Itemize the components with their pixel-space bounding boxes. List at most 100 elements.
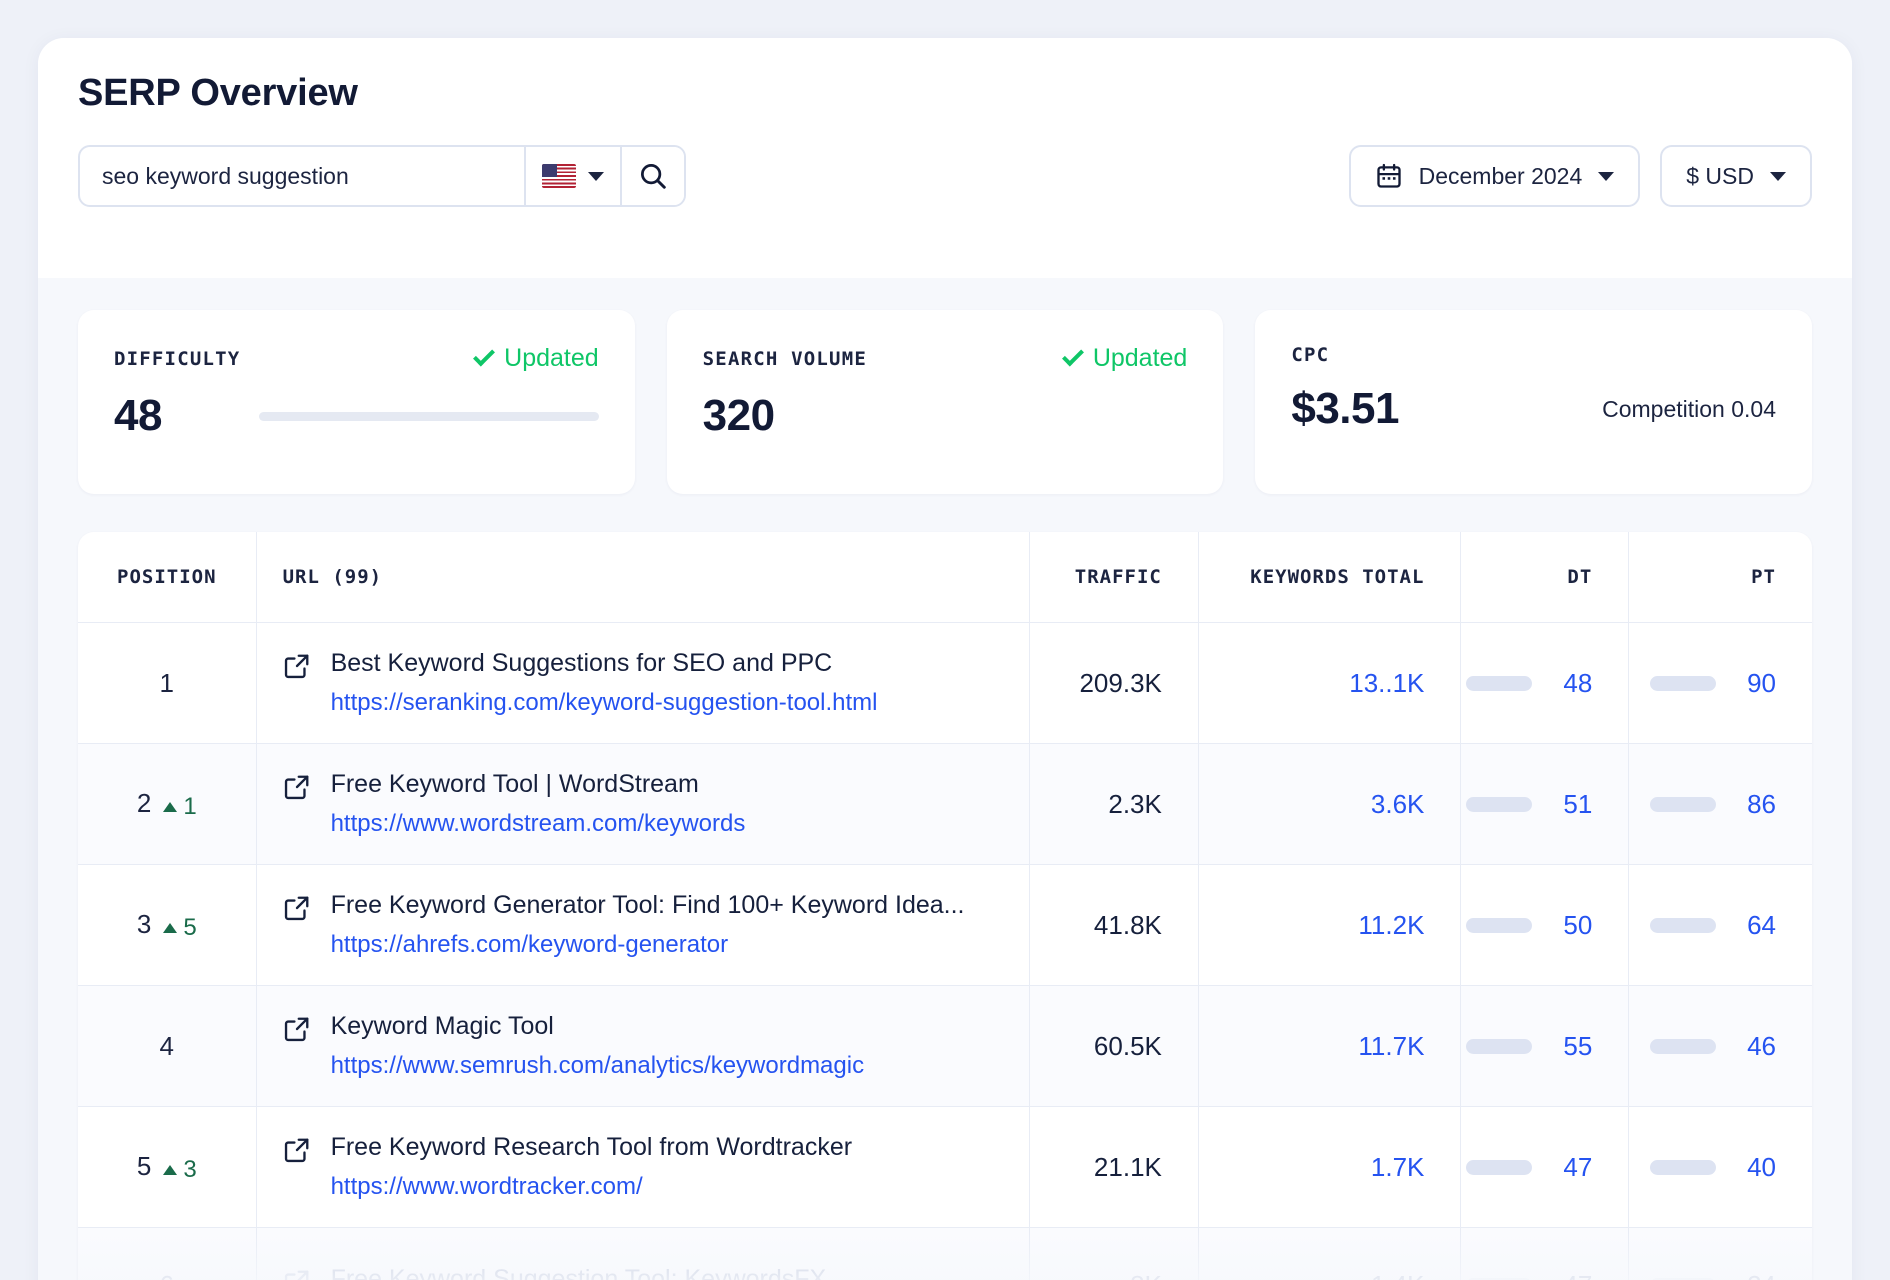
column-header-pt[interactable]: PT [1629, 532, 1812, 623]
external-link-icon [283, 894, 311, 922]
cell-dt: 47 [1461, 1228, 1629, 1280]
metric-value: 320 [703, 391, 775, 441]
search-icon [638, 161, 668, 191]
date-filter-button[interactable]: December 2024 [1349, 145, 1641, 207]
result-url-link[interactable]: https://www.wordstream.com/keywords [331, 810, 746, 838]
table-row[interactable]: 4 Keyword Magic Tool https://www.semrush.c… [78, 986, 1812, 1107]
position-delta: 5 [163, 914, 196, 942]
column-header-position[interactable]: POSITION [78, 532, 256, 623]
calendar-icon [1375, 162, 1403, 190]
search-button[interactable] [620, 147, 684, 205]
dt-value: 51 [1548, 789, 1592, 820]
dt-value: 55 [1548, 1031, 1592, 1062]
external-link-icon [283, 773, 311, 801]
cell-url: Free Keyword Research Tool from Wordtrac… [256, 1107, 1029, 1228]
pt-value: 90 [1732, 668, 1776, 699]
dt-value: 50 [1548, 910, 1592, 941]
header-right-controls: December 2024 $ USD [1349, 145, 1812, 207]
cell-traffic: 209.3K [1029, 623, 1198, 744]
result-url-link[interactable]: https://ahrefs.com/keyword-generator [331, 931, 965, 959]
cell-traffic: 41.8K [1029, 865, 1198, 986]
dt-bar [1466, 1160, 1532, 1175]
cell-keywords-total[interactable]: 3.6K [1198, 744, 1461, 865]
cell-pt: 46 [1629, 986, 1812, 1107]
result-title[interactable]: Free Keyword Suggestion Tool: KeywordsFX [331, 1265, 827, 1280]
table-row[interactable]: 1 Best Keyword Suggestions for SEO and PP… [78, 623, 1812, 744]
metric-label: DIFFICULTY [114, 348, 240, 370]
external-link-icon [283, 1268, 311, 1280]
table-row[interactable]: 21Free Keyword Tool | WordStreamhttps://… [78, 744, 1812, 865]
position-value: 1 [160, 668, 174, 698]
competition-value: Competition 0.04 [1602, 396, 1776, 423]
position-value: 2 [137, 788, 151, 818]
cell-url: Keyword Magic Tool https://www.semrush.co… [256, 986, 1029, 1107]
cell-keywords-total[interactable]: 1.4K [1198, 1228, 1461, 1280]
pt-value: 64 [1732, 910, 1776, 941]
result-url-link[interactable]: https://www.semrush.com/analytics/keywor… [331, 1052, 865, 1080]
cell-traffic: 21.1K [1029, 1107, 1198, 1228]
metric-value: 48 [114, 391, 162, 441]
cell-traffic: 60.5K [1029, 986, 1198, 1107]
page-header: SERP Overview [38, 38, 1852, 278]
dt-value: 47 [1548, 1152, 1592, 1183]
cell-pt: 86 [1629, 744, 1812, 865]
cell-keywords-total[interactable]: 1.7K [1198, 1107, 1461, 1228]
header-controls-row: December 2024 $ USD [78, 145, 1812, 207]
result-title[interactable]: Free Keyword Generator Tool: Find 100+ K… [331, 891, 965, 920]
result-url-link[interactable]: https://seranking.com/keyword-suggestion… [331, 689, 878, 717]
pt-bar [1650, 797, 1716, 812]
table-row[interactable]: 6 Free Keyword Suggestion Tool: KeywordsF… [78, 1228, 1812, 1280]
position-value: 5 [137, 1151, 151, 1181]
cell-url: Free Keyword Generator Tool: Find 100+ K… [256, 865, 1029, 986]
cell-position: 6 [78, 1228, 256, 1280]
column-header-url[interactable]: URL (99) [256, 532, 1029, 623]
result-title[interactable]: Free Keyword Tool | WordStream [331, 770, 746, 799]
table-row[interactable]: 53Free Keyword Research Tool from Wordtr… [78, 1107, 1812, 1228]
cell-traffic: 2.3K [1029, 744, 1198, 865]
dt-value: 48 [1548, 668, 1592, 699]
chevron-down-icon [588, 172, 604, 181]
cell-keywords-total[interactable]: 11.2K [1198, 865, 1461, 986]
pt-bar [1650, 918, 1716, 933]
result-title[interactable]: Best Keyword Suggestions for SEO and PPC [331, 649, 878, 678]
cell-keywords-total[interactable]: 11.7K [1198, 986, 1461, 1107]
arrow-up-icon [163, 923, 177, 933]
external-link-icon [283, 1015, 311, 1043]
dt-bar [1466, 1039, 1532, 1054]
position-delta-value: 3 [183, 1156, 196, 1184]
cell-url: Free Keyword Tool | WordStream https://ww… [256, 744, 1029, 865]
search-group [78, 145, 686, 207]
pt-bar [1650, 676, 1716, 691]
language-selector[interactable] [524, 147, 620, 205]
result-url-link[interactable]: https://www.wordtracker.com/ [331, 1173, 852, 1201]
cell-keywords-total[interactable]: 13..1K [1198, 623, 1461, 744]
cell-pt: 64 [1629, 865, 1812, 986]
position-value: 6 [160, 1270, 174, 1280]
app-shell: SERP Overview [38, 38, 1852, 1280]
pt-value: 40 [1732, 1152, 1776, 1183]
cell-dt: 51 [1461, 744, 1629, 865]
cell-url: Free Keyword Suggestion Tool: KeywordsFX [256, 1228, 1029, 1280]
page-title: SERP Overview [78, 72, 1812, 115]
cell-dt: 50 [1461, 865, 1629, 986]
position-value: 4 [160, 1031, 174, 1061]
dt-bar [1466, 797, 1532, 812]
search-input[interactable] [80, 147, 524, 205]
column-header-dt[interactable]: DT [1461, 532, 1629, 623]
column-header-keywords-total[interactable]: KEYWORDS TOTAL [1198, 532, 1461, 623]
check-icon [473, 345, 495, 367]
column-header-traffic[interactable]: TRAFFIC [1029, 532, 1198, 623]
result-title[interactable]: Free Keyword Research Tool from Wordtrac… [331, 1133, 852, 1162]
cell-pt: 90 [1629, 623, 1812, 744]
cell-traffic: 8K [1029, 1228, 1198, 1280]
currency-filter-button[interactable]: $ USD [1660, 145, 1812, 207]
chevron-down-icon [1598, 172, 1614, 181]
result-title[interactable]: Keyword Magic Tool [331, 1012, 865, 1041]
difficulty-meter [259, 412, 599, 421]
status-badge: Updated [1063, 344, 1188, 373]
status-badge: Updated [474, 344, 599, 373]
table-row[interactable]: 35Free Keyword Generator Tool: Find 100+… [78, 865, 1812, 986]
dt-bar [1466, 676, 1532, 691]
pt-value: 24 [1732, 1270, 1776, 1280]
cell-position: 53 [78, 1107, 256, 1228]
